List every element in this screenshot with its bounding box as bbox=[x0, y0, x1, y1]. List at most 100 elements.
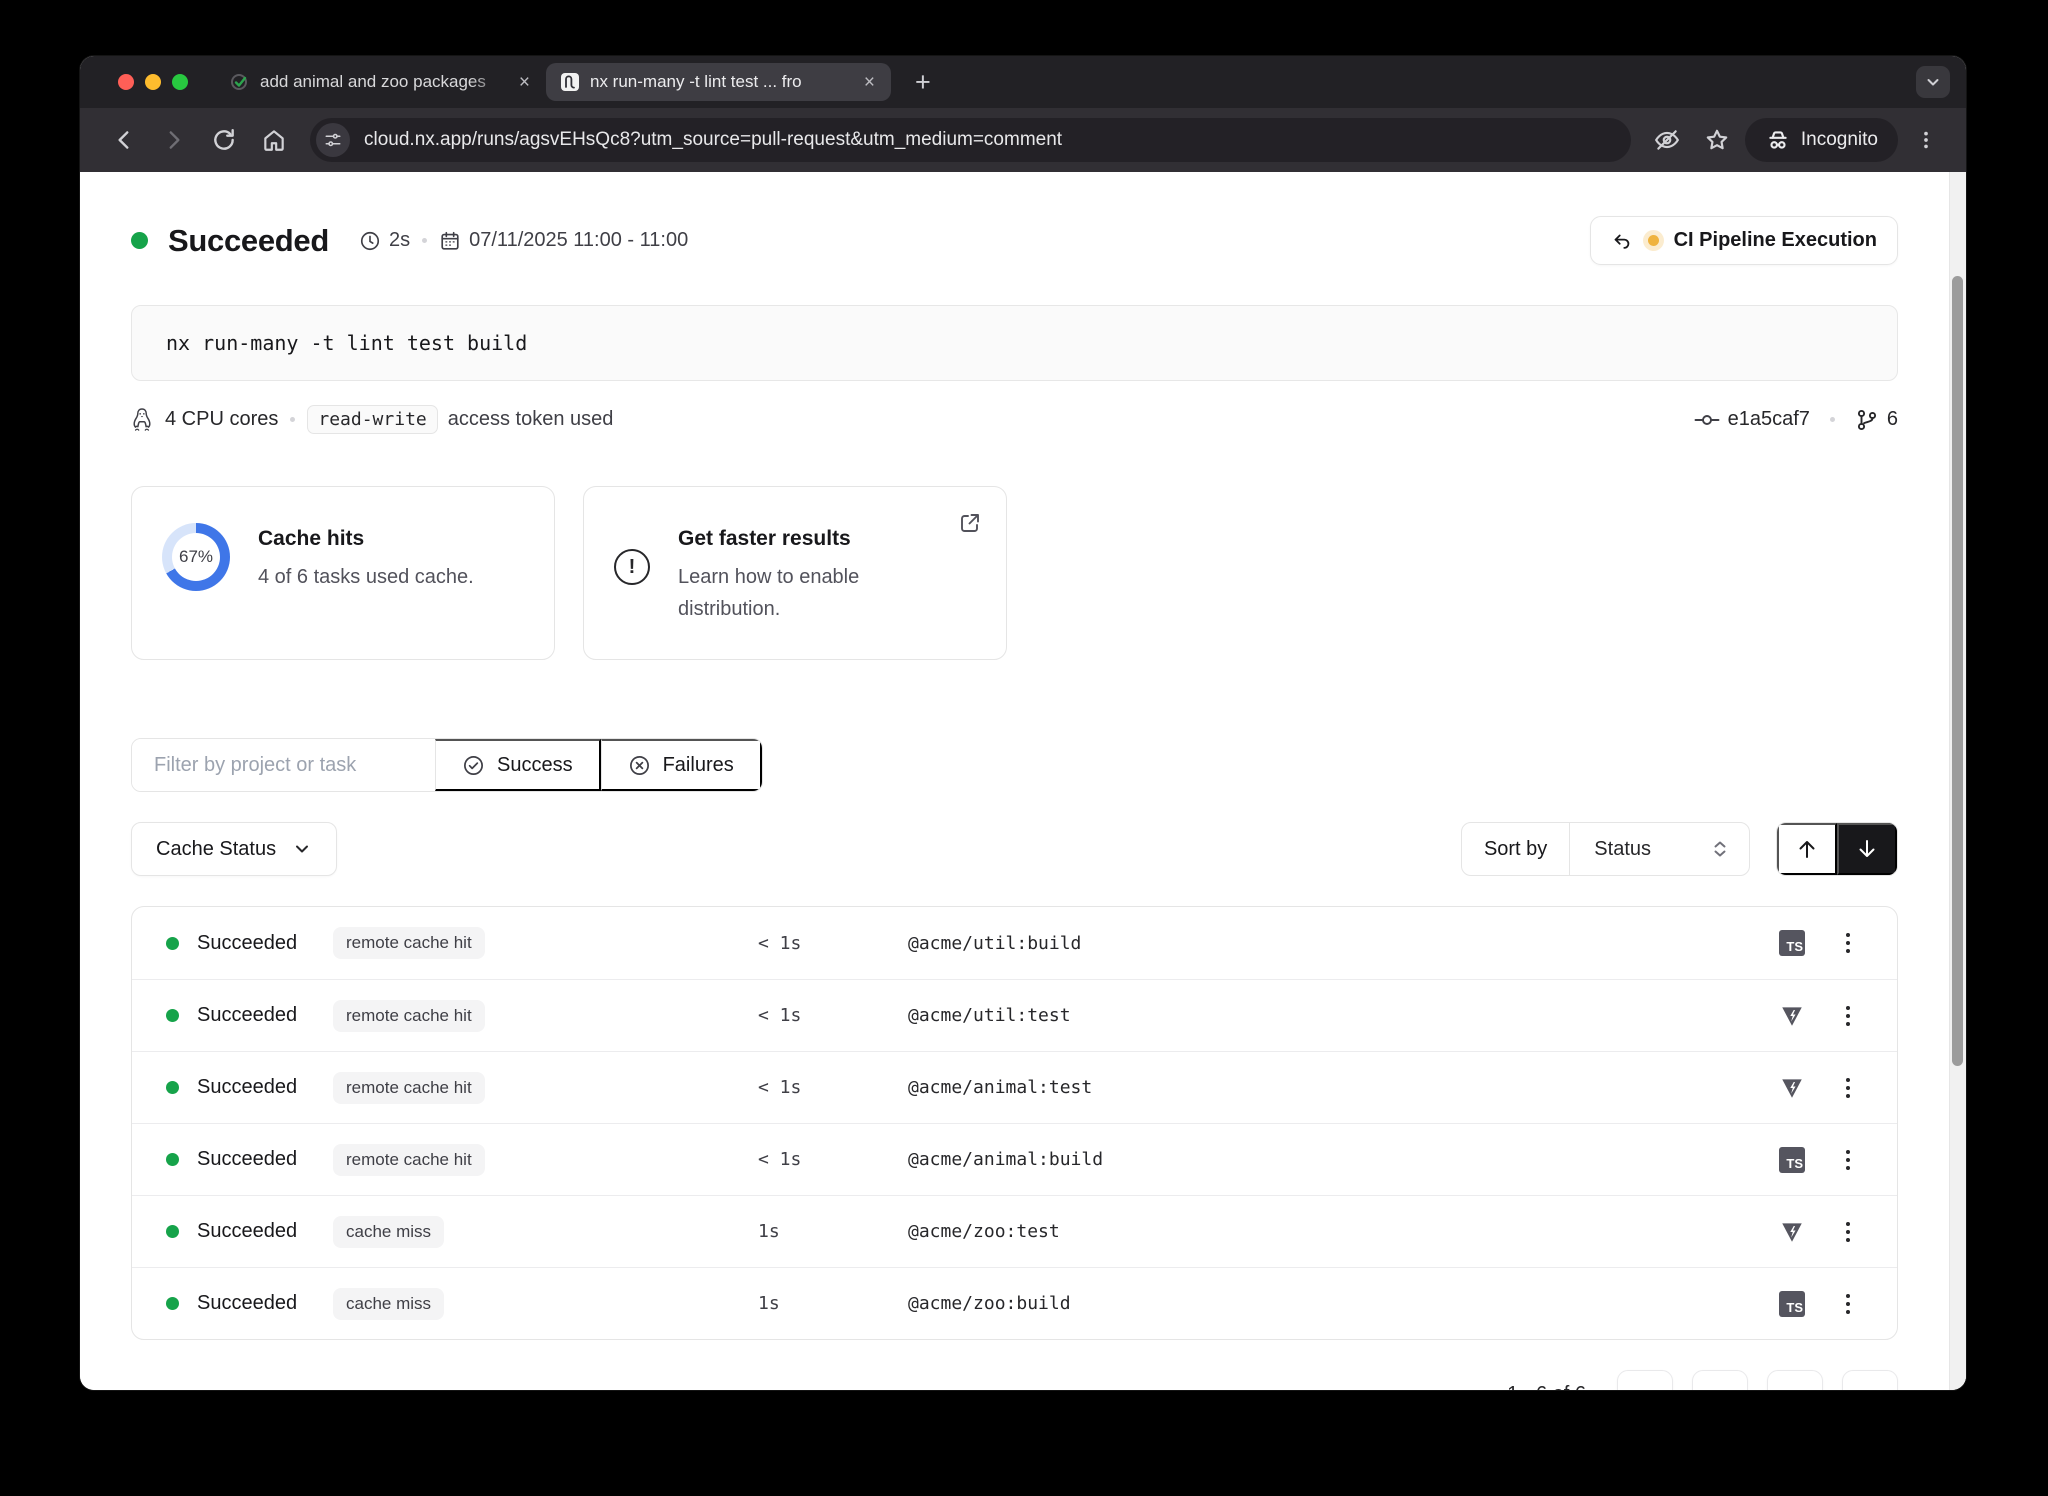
pipeline-execution-button[interactable]: CI Pipeline Execution bbox=[1590, 216, 1898, 265]
table-row[interactable]: Succeededremote cache hit < 1s @acme/ani… bbox=[132, 1123, 1897, 1195]
row-task-name[interactable]: @acme/zoo:build bbox=[908, 1293, 1757, 1314]
preview-hidden-button[interactable] bbox=[1645, 118, 1689, 162]
back-button[interactable] bbox=[102, 118, 146, 162]
home-button[interactable] bbox=[252, 118, 296, 162]
row-status: Succeeded bbox=[197, 1076, 333, 1099]
cache-card-title: Cache hits bbox=[258, 527, 474, 551]
browser-tab-pr[interactable]: add animal and zoo packages × bbox=[216, 63, 546, 101]
row-task-name[interactable]: @acme/util:test bbox=[908, 1005, 1757, 1026]
browser-menu-button[interactable] bbox=[1904, 118, 1948, 162]
sort-descending-button[interactable] bbox=[1837, 823, 1897, 875]
new-tab-button[interactable]: + bbox=[907, 67, 939, 98]
cache-status-chip: cache miss bbox=[333, 1216, 444, 1248]
back-icon bbox=[111, 127, 137, 153]
tab-close-icon[interactable]: × bbox=[862, 73, 877, 92]
arrow-down-icon bbox=[1855, 837, 1879, 861]
close-window-button[interactable] bbox=[118, 74, 134, 90]
status-dot bbox=[166, 1009, 179, 1022]
separator-dot bbox=[422, 238, 427, 243]
status-dot bbox=[166, 1153, 179, 1166]
nx-cloud-icon bbox=[560, 72, 580, 92]
row-task-name[interactable]: @acme/zoo:test bbox=[908, 1221, 1757, 1242]
incognito-badge[interactable]: Incognito bbox=[1745, 118, 1898, 162]
faster-results-card[interactable]: ! Get faster results Learn how to enable… bbox=[583, 486, 1007, 660]
page-title: Succeeded bbox=[168, 223, 329, 259]
pagination-label: 1 - 6 of 6 bbox=[1507, 1383, 1586, 1391]
window-controls[interactable] bbox=[80, 74, 216, 90]
table-row[interactable]: Succeededcache miss 1s @acme/zoo:build T… bbox=[132, 1267, 1897, 1339]
last-page-button[interactable]: » bbox=[1842, 1370, 1898, 1390]
row-menu-button[interactable] bbox=[1827, 933, 1869, 953]
address-bar[interactable]: cloud.nx.app/runs/agsvEHsQc8?utm_source=… bbox=[310, 118, 1631, 162]
previous-page-button[interactable]: ‹ bbox=[1692, 1370, 1748, 1390]
row-status: Succeeded bbox=[197, 1220, 333, 1243]
status-dot bbox=[166, 937, 179, 950]
command-box: nx run-many -t lint test build bbox=[131, 305, 1898, 381]
maximize-window-button[interactable] bbox=[172, 74, 188, 90]
minimize-window-button[interactable] bbox=[145, 74, 161, 90]
cache-status-chip: cache miss bbox=[333, 1288, 444, 1320]
site-settings-icon[interactable] bbox=[316, 123, 350, 157]
row-task-name[interactable]: @acme/util:build bbox=[908, 933, 1757, 954]
vitest-icon bbox=[1757, 1219, 1827, 1245]
sort-ascending-button[interactable] bbox=[1777, 823, 1837, 875]
separator-dot bbox=[290, 417, 295, 422]
first-page-button[interactable]: « bbox=[1617, 1370, 1673, 1390]
table-row[interactable]: Succeededremote cache hit < 1s @acme/uti… bbox=[132, 907, 1897, 979]
row-menu-button[interactable] bbox=[1827, 1150, 1869, 1170]
faster-card-subtitle: Learn how to enable distribution. bbox=[678, 561, 908, 625]
tab-close-icon[interactable]: × bbox=[517, 73, 532, 92]
success-label: Success bbox=[497, 754, 573, 777]
clock-icon bbox=[359, 230, 381, 252]
tab-strip: add animal and zoo packages × nx run-man… bbox=[80, 56, 1966, 108]
page-content: Succeeded 2s 07/11/2025 11:00 - 11:00 CI… bbox=[80, 172, 1966, 1390]
row-task-name[interactable]: @acme/animal:build bbox=[908, 1149, 1757, 1170]
commit-icon bbox=[1694, 409, 1720, 431]
row-menu-button[interactable] bbox=[1827, 1078, 1869, 1098]
row-task-name[interactable]: @acme/animal:test bbox=[908, 1077, 1757, 1098]
branch-count[interactable]: 6 bbox=[1887, 408, 1898, 431]
incognito-icon bbox=[1765, 127, 1791, 153]
command-text: nx run-many -t lint test build bbox=[166, 331, 527, 355]
next-page-button[interactable]: › bbox=[1767, 1370, 1823, 1390]
table-row[interactable]: Succeededcache miss 1s @acme/zoo:test bbox=[132, 1195, 1897, 1267]
table-row[interactable]: Succeededremote cache hit < 1s @acme/uti… bbox=[132, 979, 1897, 1051]
cache-hits-card[interactable]: 67% Cache hits 4 of 6 tasks used cache. bbox=[131, 486, 555, 660]
browser-tab-nx-run[interactable]: nx run-many -t lint test ... fro × bbox=[546, 63, 891, 101]
cache-status-dropdown[interactable]: Cache Status bbox=[131, 822, 337, 876]
task-table: Succeededremote cache hit < 1s @acme/uti… bbox=[131, 906, 1898, 1340]
external-link-icon[interactable] bbox=[958, 511, 982, 535]
status-dot bbox=[166, 1081, 179, 1094]
status-dot bbox=[131, 232, 148, 249]
row-menu-button[interactable] bbox=[1827, 1294, 1869, 1314]
bookmark-button[interactable] bbox=[1695, 118, 1739, 162]
sort-by-label: Sort by bbox=[1462, 823, 1569, 875]
chevron-down-icon bbox=[292, 839, 312, 859]
tab-title: add animal and zoo packages bbox=[260, 72, 507, 92]
sort-select[interactable]: Status bbox=[1569, 823, 1749, 875]
scrollbar[interactable] bbox=[1949, 172, 1966, 1390]
row-status: Succeeded bbox=[197, 1004, 333, 1027]
typescript-icon: TS bbox=[1779, 1147, 1805, 1173]
tab-search-button[interactable] bbox=[1916, 66, 1950, 98]
filter-input[interactable] bbox=[132, 739, 435, 791]
pagination: 1 - 6 of 6 « ‹ › » bbox=[131, 1370, 1898, 1390]
pipeline-button-label: CI Pipeline Execution bbox=[1674, 229, 1877, 252]
commit-hash[interactable]: e1a5caf7 bbox=[1728, 408, 1810, 431]
tab-title: nx run-many -t lint test ... fro bbox=[590, 72, 852, 92]
reload-button[interactable] bbox=[202, 118, 246, 162]
forward-button[interactable] bbox=[152, 118, 196, 162]
cache-status-label: Cache Status bbox=[156, 838, 276, 861]
row-menu-button[interactable] bbox=[1827, 1006, 1869, 1026]
chevron-down-icon bbox=[1925, 74, 1941, 90]
filter-success-button[interactable]: Success bbox=[435, 739, 601, 791]
row-status: Succeeded bbox=[197, 1292, 333, 1315]
row-duration: < 1s bbox=[758, 1077, 908, 1098]
filter-failures-button[interactable]: Failures bbox=[601, 739, 762, 791]
alert-circle-icon: ! bbox=[614, 549, 650, 585]
table-row[interactable]: Succeededremote cache hit < 1s @acme/ani… bbox=[132, 1051, 1897, 1123]
row-menu-button[interactable] bbox=[1827, 1222, 1869, 1242]
scrollbar-thumb[interactable] bbox=[1952, 276, 1963, 1066]
sort-direction-group bbox=[1776, 822, 1898, 876]
run-header: Succeeded 2s 07/11/2025 11:00 - 11:00 CI… bbox=[131, 216, 1898, 265]
